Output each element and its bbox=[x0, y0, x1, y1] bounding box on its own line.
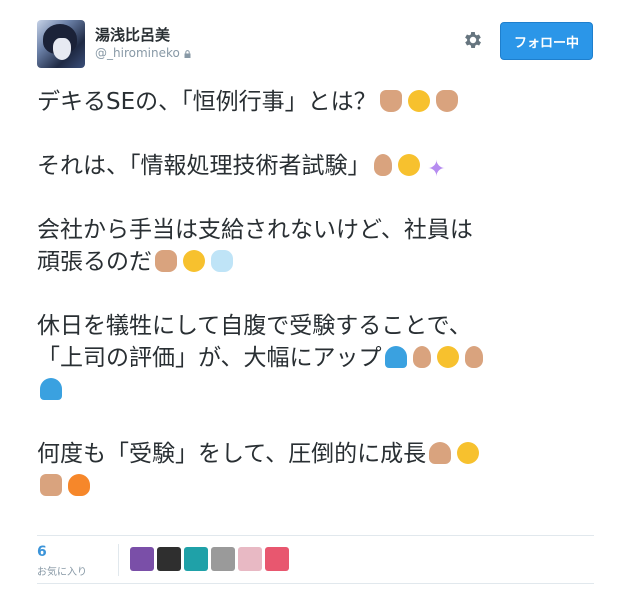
triumph-face-emoji-icon bbox=[183, 250, 205, 272]
tweet-text-line-1: デキるSEの、「恒例行事」とは？ bbox=[37, 89, 377, 115]
tweet-line-7: 何度も「受験」をして、圧倒的に成長 bbox=[37, 438, 597, 470]
avatar-face bbox=[53, 38, 71, 60]
handle-text: @_hiromineko bbox=[95, 46, 180, 60]
user-avatar[interactable] bbox=[37, 20, 85, 68]
tweet-line-7b bbox=[37, 470, 597, 502]
tweet-text-line-2: それは、「情報処理技術者試験」 bbox=[37, 153, 371, 179]
pointing-up-emoji-icon bbox=[464, 346, 483, 368]
tweet-line-6b bbox=[37, 374, 597, 406]
favoriter-avatars bbox=[130, 547, 289, 571]
gear-icon[interactable] bbox=[462, 29, 484, 51]
raised-fist-emoji-icon bbox=[155, 250, 177, 272]
wave-emoji-icon bbox=[40, 378, 62, 400]
tweet-line-3: 会社から手当は支給されないけど、社員は bbox=[37, 214, 597, 246]
wave-emoji-icon bbox=[384, 346, 407, 368]
tweet-text-line-5: 休日を犠牲にして自腹で受験することで、 bbox=[37, 313, 472, 339]
tweet-line-2: それは、「情報処理技術者試験」 ✦ bbox=[37, 150, 597, 182]
lock-icon bbox=[184, 50, 191, 58]
sparkles-emoji-icon: ✦ bbox=[427, 157, 446, 182]
favoriter-avatar-3[interactable] bbox=[184, 547, 208, 571]
favoriter-avatar-2[interactable] bbox=[157, 547, 181, 571]
winking-face-emoji-icon bbox=[407, 90, 430, 112]
raised-hand-emoji-icon bbox=[379, 90, 402, 112]
thumbs-up-emoji-icon bbox=[40, 474, 62, 496]
favoriter-avatar-1[interactable] bbox=[130, 547, 154, 571]
display-name[interactable]: 湯浅比呂美 bbox=[95, 24, 170, 45]
dash-emoji-icon bbox=[211, 250, 233, 272]
grinning-face-emoji-icon bbox=[457, 442, 480, 464]
tweet-text: デキるSEの、「恒例行事」とは？ それは、「情報処理技術者試験」 ✦ 会社から手当… bbox=[37, 86, 597, 502]
stats-separator bbox=[118, 544, 119, 576]
praying-hands-emoji-icon bbox=[429, 442, 452, 464]
favorites-count[interactable]: 6 bbox=[37, 544, 47, 560]
stats-divider-bottom bbox=[37, 583, 594, 584]
tweet-text-line-7: 何度も「受験」をして、圧倒的に成長 bbox=[37, 441, 427, 467]
tweet-text-line-4: 頑張るのだ bbox=[37, 249, 152, 275]
tweet-line-6: 「上司の評価」が、大幅にアップ bbox=[37, 342, 597, 374]
favoriter-avatar-4[interactable] bbox=[211, 547, 235, 571]
smiling-face-emoji-icon bbox=[397, 154, 420, 176]
grimacing-face-emoji-icon bbox=[436, 346, 459, 368]
pointing-up-emoji-icon bbox=[412, 346, 431, 368]
tweet-text-line-6: 「上司の評価」が、大幅にアップ bbox=[37, 345, 382, 371]
tweet-text-line-3: 会社から手当は支給されないけど、社員は bbox=[37, 217, 473, 243]
favoriter-avatar-5[interactable] bbox=[238, 547, 262, 571]
following-button[interactable]: フォロー中 bbox=[500, 22, 593, 60]
user-handle[interactable]: @_hiromineko bbox=[95, 46, 191, 60]
favorites-label[interactable]: お気に入り bbox=[37, 563, 87, 578]
tweet-line-1: デキるSEの、「恒例行事」とは？ bbox=[37, 86, 597, 118]
pointing-up-emoji-icon bbox=[373, 154, 392, 176]
tweet-line-4: 頑張るのだ bbox=[37, 246, 597, 278]
favoriter-avatar-6[interactable] bbox=[265, 547, 289, 571]
fire-emoji-icon bbox=[68, 474, 90, 496]
pointing-down-emoji-icon bbox=[435, 90, 458, 112]
stats-divider-top bbox=[37, 535, 594, 536]
tweet-line-5: 休日を犠牲にして自腹で受験することで、 bbox=[37, 310, 597, 342]
